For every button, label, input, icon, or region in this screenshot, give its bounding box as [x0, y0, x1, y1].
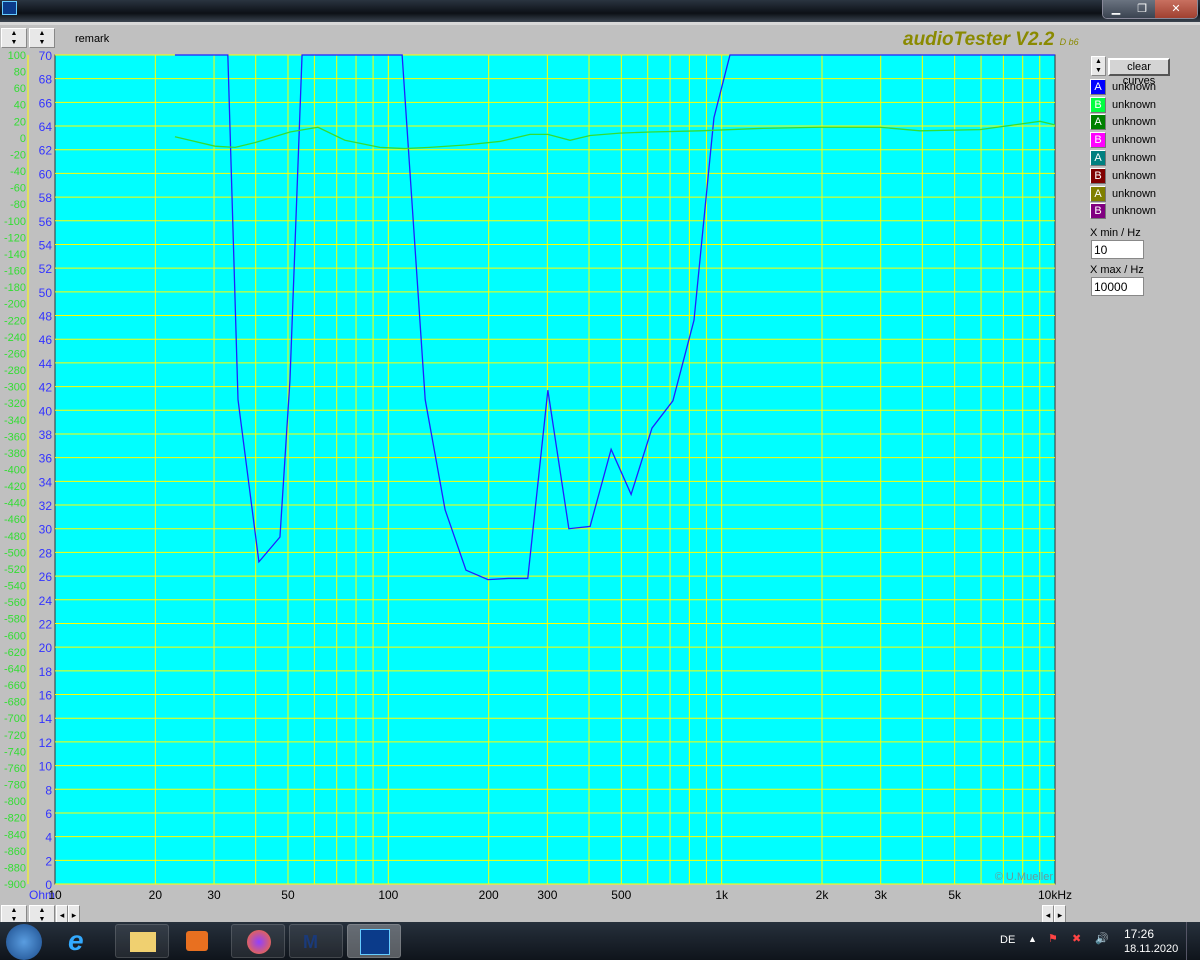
taskbar: e M DE ▲ ⚑ ✖ 🔊 17:26 18.11.2020: [0, 922, 1200, 960]
audiotester-taskbar-button[interactable]: [347, 924, 401, 958]
xmin-label: X min / Hz: [1090, 227, 1141, 239]
start-button[interactable]: [6, 924, 42, 960]
language-indicator[interactable]: DE: [1000, 934, 1015, 946]
explorer-taskbar-button[interactable]: [115, 924, 169, 958]
media-player-icon[interactable]: [186, 931, 208, 951]
curve-color-swatch[interactable]: A: [1090, 150, 1106, 167]
legend-item[interactable]: Bunknown: [1090, 203, 1156, 221]
xmax-label: X max / Hz: [1090, 264, 1144, 276]
curve-color-swatch[interactable]: A: [1090, 78, 1106, 95]
legend-item[interactable]: Aunknown: [1090, 149, 1156, 167]
legend-scroll-stepper[interactable]: ▲ ▼: [1091, 56, 1106, 76]
clear-curves-button[interactable]: clear curves: [1108, 58, 1170, 87]
curve-label: unknown: [1112, 152, 1157, 165]
title-bar: ▁ ❐ ✕: [0, 0, 1200, 22]
legend-item[interactable]: Aunknown: [1090, 114, 1156, 132]
legend-item[interactable]: Bunknown: [1090, 167, 1156, 185]
folder-icon: [130, 932, 156, 952]
close-button[interactable]: ✕: [1155, 0, 1197, 18]
legend-item[interactable]: Bunknown: [1090, 96, 1156, 114]
left-axis-scale-stepper[interactable]: ▲ ▼: [1, 28, 27, 48]
firefox-taskbar-button[interactable]: [231, 924, 285, 958]
xmax-input[interactable]: [1091, 277, 1144, 296]
legend-item[interactable]: Aunknown: [1090, 185, 1156, 203]
internet-explorer-icon[interactable]: e: [68, 926, 84, 956]
curve-color-swatch[interactable]: A: [1090, 114, 1106, 131]
main-window: ▲ ▼ ▲ ▼ remark audioTester V2.2 D b6 ▲ ▼ cl…: [0, 22, 1200, 925]
action-center-icon[interactable]: ⚑: [1048, 932, 1058, 945]
curve-color-swatch[interactable]: B: [1090, 96, 1106, 113]
volume-icon[interactable]: 🔊: [1095, 932, 1109, 945]
minimize-button[interactable]: ▁: [1103, 0, 1129, 18]
curve-label: unknown: [1112, 134, 1157, 147]
right-axis-scale-stepper[interactable]: ▲ ▼: [29, 28, 55, 48]
curve-legend: Aunknown Bunknown Aunknown Bunknown Aunknown…: [1090, 78, 1156, 220]
curve-color-swatch[interactable]: A: [1090, 185, 1106, 202]
curve-color-swatch[interactable]: B: [1090, 132, 1106, 149]
curve-label: unknown: [1112, 205, 1157, 218]
clock-time[interactable]: 17:26: [1124, 927, 1154, 941]
curve-color-swatch[interactable]: B: [1090, 203, 1106, 220]
show-desktop-button[interactable]: [1186, 922, 1200, 960]
remark-label: remark: [75, 33, 110, 45]
show-hidden-icons[interactable]: ▲: [1028, 934, 1037, 944]
curve-label: unknown: [1112, 187, 1157, 200]
curve-label: unknown: [1112, 98, 1157, 111]
audiotester-icon: [360, 929, 390, 955]
maximize-button[interactable]: ❐: [1129, 0, 1155, 18]
xmin-input[interactable]: [1091, 240, 1144, 259]
network-icon[interactable]: ✖: [1072, 932, 1081, 945]
curve-color-swatch[interactable]: B: [1090, 167, 1106, 184]
m-app-taskbar-button[interactable]: M: [289, 924, 343, 958]
legend-item[interactable]: Aunknown: [1090, 78, 1156, 96]
curve-label: unknown: [1112, 80, 1157, 93]
curve-label: unknown: [1112, 116, 1157, 129]
firefox-icon: [247, 930, 271, 954]
curve-label: unknown: [1112, 169, 1157, 182]
app-icon[interactable]: [2, 1, 17, 15]
clock-date[interactable]: 18.11.2020: [1124, 943, 1178, 955]
legend-item[interactable]: Bunknown: [1090, 131, 1156, 149]
m-app-icon: M: [303, 932, 318, 952]
app-brand: audioTester V2.2 D b6: [903, 29, 1079, 50]
